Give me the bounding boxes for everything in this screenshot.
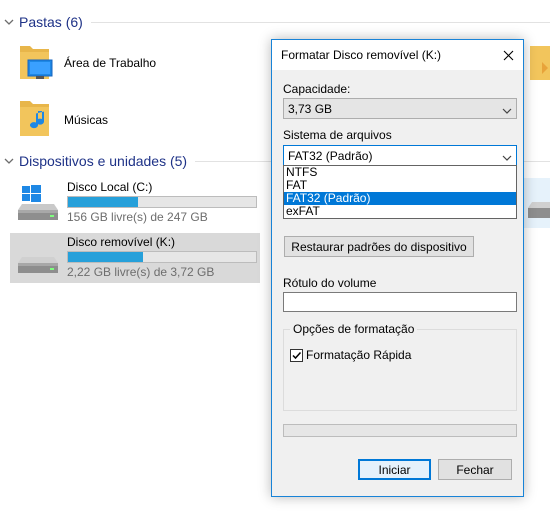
filesystem-option-ntfs[interactable]: NTFS — [284, 166, 516, 179]
folder-label: Músicas — [64, 113, 109, 127]
filesystem-dropdown-list: NTFS FAT FAT32 (Padrão) exFAT — [283, 165, 517, 219]
drive-name: Disco removível (K:) — [67, 235, 176, 249]
drive-icon — [528, 202, 550, 218]
folder-item-partial[interactable] — [528, 40, 550, 84]
removable-drive-icon — [14, 239, 62, 279]
drive-item-removable-k[interactable]: Disco removível (K:) 2,22 GB livre(s) de… — [10, 233, 260, 283]
drive-usage-fill — [68, 252, 144, 262]
format-dialog: Formatar Disco removível (K:) Capacidade… — [271, 39, 524, 497]
filesystem-label: Sistema de arquivos — [283, 128, 392, 142]
desktop-folder-icon — [14, 40, 56, 86]
format-progress-bar — [283, 424, 517, 437]
capacity-value: 3,73 GB — [288, 102, 333, 116]
chevron-down-icon[interactable] — [4, 156, 14, 166]
folders-group-title: Pastas (6) — [19, 14, 83, 30]
chevron-down-icon — [502, 104, 512, 114]
volume-label-input[interactable] — [283, 292, 517, 312]
folder-item-music[interactable]: Músicas — [14, 97, 254, 143]
capacity-select[interactable]: 3,73 GB — [283, 98, 517, 119]
quick-format-checkbox[interactable]: Formatação Rápida — [290, 348, 411, 362]
drive-item-local-c[interactable]: Disco Local (C:) 156 GB livre(s) de 247 … — [10, 178, 260, 228]
filesystem-value: FAT32 (Padrão) — [288, 149, 373, 163]
music-folder-icon — [14, 97, 56, 143]
drive-item-partial[interactable] — [524, 178, 550, 228]
dialog-title: Formatar Disco removível (K:) — [281, 48, 442, 62]
windows-drive-icon — [14, 184, 62, 224]
folder-item-desktop[interactable]: Área de Trabalho — [14, 40, 254, 86]
folder-icon — [530, 46, 550, 80]
drive-name: Disco Local (C:) — [67, 180, 153, 194]
restore-defaults-button[interactable]: Restaurar padrões do dispositivo — [284, 236, 474, 257]
drive-free-space: 2,22 GB livre(s) de 3,72 GB — [67, 265, 215, 279]
drive-free-space: 156 GB livre(s) de 247 GB — [67, 210, 208, 224]
filesystem-option-exfat[interactable]: exFAT — [284, 205, 516, 218]
folder-label: Área de Trabalho — [64, 56, 157, 70]
group-divider — [90, 21, 550, 23]
close-icon[interactable] — [493, 40, 523, 70]
checkbox-icon[interactable] — [290, 348, 303, 362]
drive-usage-bar — [67, 251, 257, 263]
format-options-group: Opções de formatação Formatação Rápida — [283, 322, 517, 411]
chevron-down-icon — [502, 151, 512, 161]
dialog-titlebar[interactable]: Formatar Disco removível (K:) — [272, 40, 523, 70]
start-button[interactable]: Iniciar — [358, 459, 431, 480]
folders-group-header[interactable]: Pastas (6) — [0, 11, 550, 33]
drive-usage-bar — [67, 196, 257, 208]
close-button[interactable]: Fechar — [438, 459, 512, 480]
filesystem-select[interactable]: FAT32 (Padrão) — [283, 145, 517, 166]
devices-group-title: Dispositivos e unidades (5) — [19, 153, 188, 169]
chevron-down-icon[interactable] — [4, 17, 14, 27]
format-options-legend: Opções de formatação — [290, 322, 418, 336]
quick-format-label: Formatação Rápida — [306, 348, 412, 362]
capacity-label: Capacidade: — [283, 82, 351, 96]
drive-usage-fill — [68, 197, 138, 207]
volume-label-caption: Rótulo do volume — [283, 276, 377, 290]
